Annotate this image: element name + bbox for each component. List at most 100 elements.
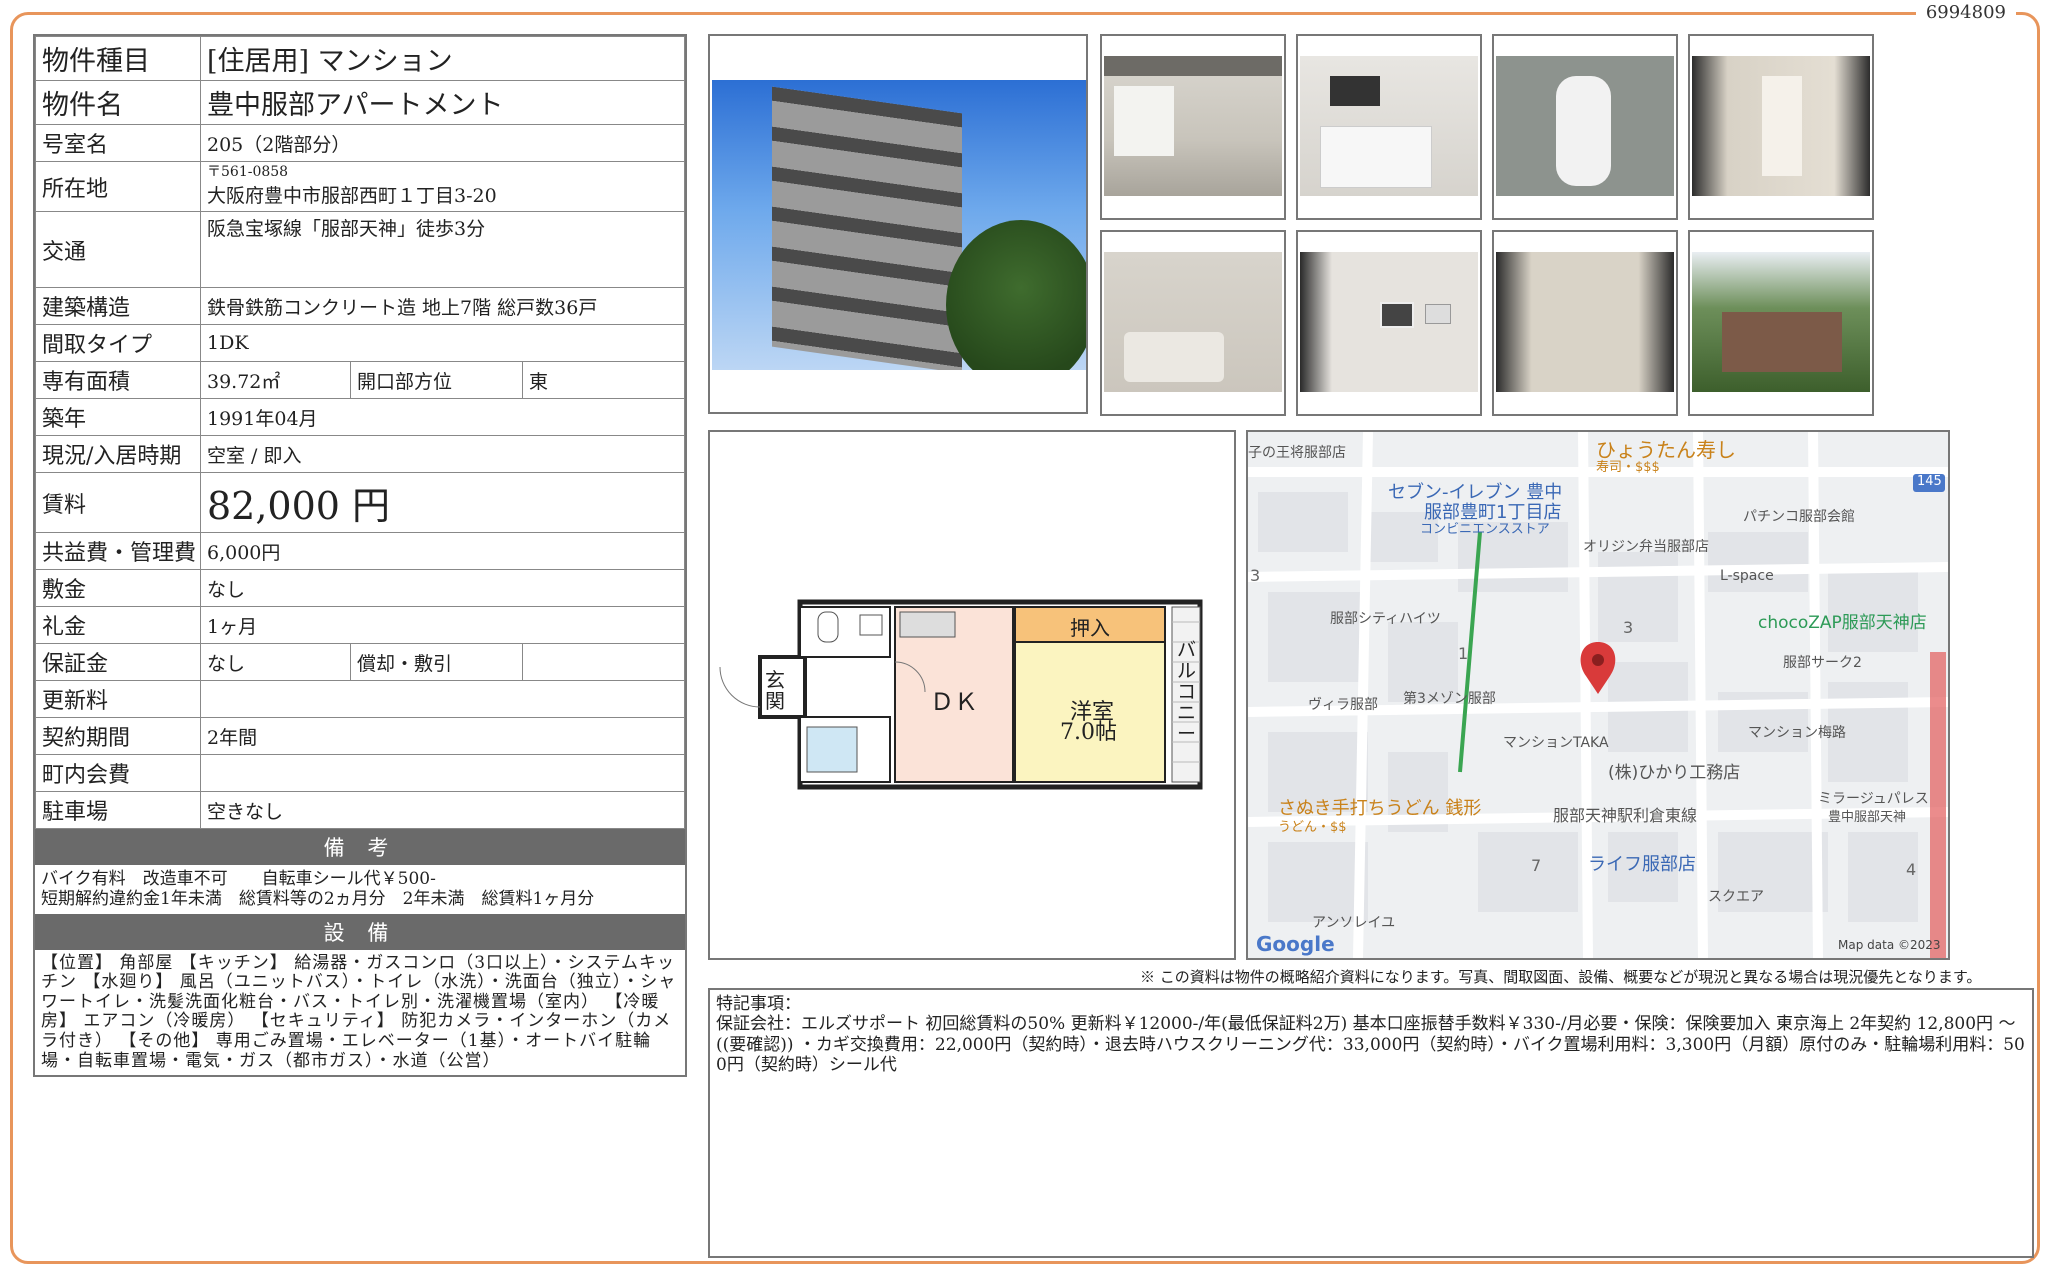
photo-entrance: [1688, 230, 1874, 416]
map-label-maison3: 第3メゾン服部: [1403, 691, 1496, 707]
renewal-label: 更新料: [35, 680, 201, 718]
entrance-label: 玄関: [765, 668, 785, 713]
contract-value: 2年間: [200, 717, 685, 755]
layout-label: 間取タイプ: [35, 324, 201, 362]
repay-value: [522, 643, 685, 681]
map-label-mirage-2: 豊中服部天神: [1828, 810, 1907, 825]
address-value: 大阪府豊中市服部西町１丁目3-20: [207, 184, 497, 207]
renewal-value: [200, 680, 685, 718]
type-label: 物件種目: [35, 36, 201, 81]
status-value: 空室 / 即入: [200, 435, 685, 473]
equipment-heading: 設 備: [35, 913, 685, 950]
map-label-hikari: (株)ひかり工務店: [1608, 763, 1741, 783]
photo-intercom: [1296, 230, 1482, 416]
orientation-value: 東: [522, 361, 685, 399]
location-map[interactable]: 子の王将服部店 ひょうたん寿し 寿司・$$$ セブン-イレブン 豊中 服部豊町1…: [1246, 430, 1950, 960]
built-value: 1991年04月: [200, 398, 685, 436]
access-label: 交通: [35, 211, 201, 288]
postal-code: 〒561-0858: [207, 164, 289, 181]
name-value: 豊中服部アパートメント: [200, 80, 685, 125]
town-value: [200, 754, 685, 792]
building-photo: [708, 34, 1088, 414]
map-label-hyoutan-sub: 寿司・$$$: [1596, 460, 1660, 475]
map-label-zenigata-sub: うどん・$$: [1278, 820, 1347, 835]
property-table: 物件種目 [住居用] マンション 物件名 豊中服部アパートメント 号室名 205…: [33, 34, 687, 1078]
orientation-label: 開口部方位: [350, 361, 523, 399]
fee-label: 共益費・管理費: [35, 532, 201, 570]
photo-hallway: [1492, 230, 1678, 416]
map-label-ohsho: 子の王将服部店: [1248, 445, 1346, 461]
rent-value: 82,000 円: [200, 472, 685, 533]
map-label-chocozap: chocoZAP服部天神店: [1758, 613, 1927, 633]
guarantee-label: 保証金: [35, 643, 201, 681]
balcony-label: バルコニー: [1177, 639, 1197, 745]
photo-toilet: [1492, 34, 1678, 220]
map-data-credit: Map data ©2023: [1838, 938, 1941, 952]
room-size-label: 7.0帖: [1060, 720, 1117, 745]
layout-value: 1DK: [200, 324, 685, 362]
map-label-mirage: ミラージュパレス: [1818, 791, 1929, 807]
map-block-1: 1: [1458, 644, 1469, 663]
map-block-7: 7: [1531, 856, 1542, 875]
area-value: 39.72㎡: [200, 361, 351, 399]
floor-plan: 玄関 ＤＫ 押入 洋室 7.0帖 バルコニー: [708, 430, 1236, 960]
map-label-ansoleil: アンソレイユ: [1312, 915, 1396, 931]
rent-label: 賃料: [35, 472, 201, 533]
map-label-villa: ヴィラ服部: [1308, 697, 1378, 713]
map-label-origin: オリジン弁当服部店: [1583, 539, 1709, 555]
remarks-heading: 備 考: [35, 829, 685, 865]
map-label-seven-sub: コンビニエンスストア: [1420, 522, 1550, 537]
map-route-number: 145: [1917, 474, 1942, 489]
repay-label: 償却・敷引: [350, 643, 523, 681]
map-block-4: 4: [1906, 860, 1917, 879]
map-label-lspace: L-space: [1720, 568, 1774, 584]
type-value: [住居用] マンション: [200, 36, 685, 81]
special-heading: 特記事項：: [716, 994, 801, 1014]
deposit-label: 敷金: [35, 569, 201, 607]
area-label: 専有面積: [35, 361, 201, 399]
document-id: 6994809: [1915, 2, 2016, 23]
parking-value: 空きなし: [200, 791, 685, 829]
equipment-body: 【位置】 角部屋 【キッチン】 給湯器・ガスコンロ（3口以上）・システムキッチン…: [41, 952, 677, 1071]
map-block-3a: 3: [1250, 566, 1261, 585]
parking-label: 駐車場: [35, 791, 201, 829]
town-label: 町内会費: [35, 754, 201, 792]
map-label-taka: マンションTAKA: [1503, 735, 1609, 751]
room-label: 号室名: [35, 124, 201, 162]
structure-label: 建築構造: [35, 287, 201, 325]
access-value: 阪急宝塚線「服部天神」徒歩3分: [200, 211, 685, 288]
map-label-sark2: 服部サーク2: [1783, 655, 1862, 671]
special-body: 保証会社：エルズサポート 初回総賃料の50% 更新料￥12000-/年(最低保証…: [716, 1014, 2025, 1076]
guarantee-value: なし: [200, 643, 351, 681]
map-label-life: ライフ服部店: [1588, 854, 1696, 875]
map-block-3b: 3: [1623, 618, 1634, 637]
structure-value: 鉄骨鉄筋コンクリート造 地上7階 総戸数36戸: [200, 287, 685, 325]
keymoney-label: 礼金: [35, 606, 201, 644]
keymoney-value: 1ヶ月: [200, 606, 685, 644]
address-label: 所在地: [35, 161, 201, 212]
fee-value: 6,000円: [200, 532, 685, 570]
built-label: 築年: [35, 398, 201, 436]
remarks-line-2: 短期解約違約金1年未満 総賃料等の2ヵ月分 2年未満 総賃料1ヶ月分: [41, 889, 595, 910]
dk-label: ＤＫ: [930, 688, 978, 716]
special-notes: 特記事項： 保証会社：エルズサポート 初回総賃料の50% 更新料￥12000-/…: [708, 988, 2034, 1258]
photo-living: [1100, 34, 1286, 220]
disclaimer: ※ この資料は物件の概略紹介資料になります。写真、間取図面、設備、概要などが現況…: [1140, 968, 1982, 986]
deposit-value: なし: [200, 569, 685, 607]
map-label-road: 服部天神駅利倉東線: [1553, 806, 1698, 825]
status-label: 現況/入居時期: [35, 435, 201, 473]
map-label-square: スクエア: [1708, 889, 1764, 905]
google-logo: Google: [1256, 932, 1335, 956]
photo-bath: [1100, 230, 1286, 416]
remarks-line-1: バイク有料 改造車不可 自転車シール代￥500-: [41, 869, 436, 889]
photo-washroom: [1688, 34, 1874, 220]
map-label-city-heights: 服部シティハイツ: [1330, 611, 1441, 627]
address-cell: 〒561-0858 大阪府豊中市服部西町１丁目3-20: [200, 161, 685, 212]
closet-label: 押入: [1070, 616, 1110, 640]
building-exterior-image: [712, 80, 1086, 370]
room-value: 205（2階部分）: [200, 124, 685, 162]
contract-label: 契約期間: [35, 717, 201, 755]
remarks-body: バイク有料 改造車不可 自転車シール代￥500- 短期解約違約金1年未満 総賃料…: [35, 865, 685, 914]
name-label: 物件名: [35, 80, 201, 125]
map-label-umeji: マンション梅路: [1748, 725, 1846, 741]
